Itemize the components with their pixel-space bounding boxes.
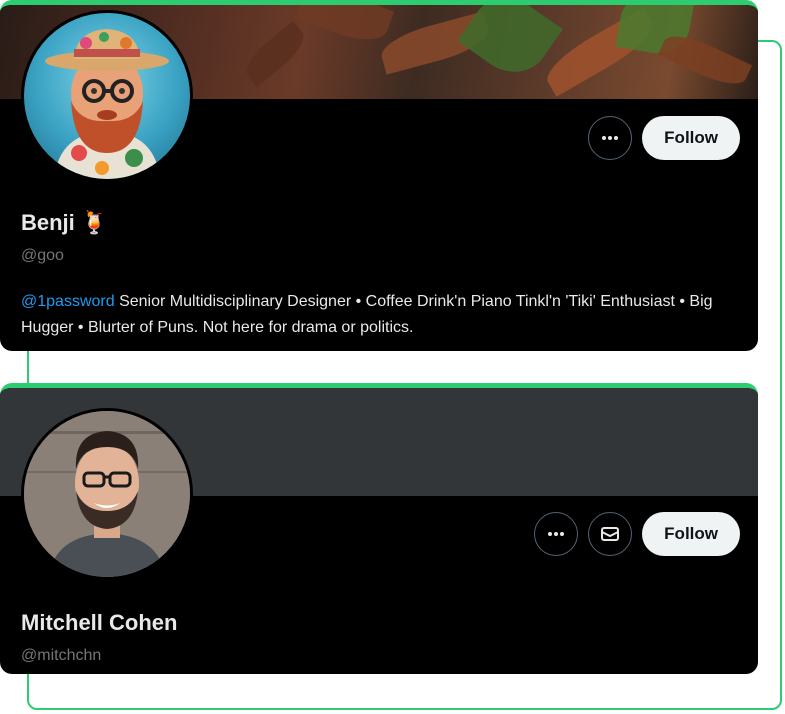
bio-mention-link[interactable]: @1password	[21, 293, 115, 310]
follow-button[interactable]: Follow	[642, 116, 740, 160]
profile-handle: @mitchchn	[21, 647, 102, 664]
profile-card-benji: Follow Benji 🍹 @goo @1password Senior Mu…	[0, 0, 758, 351]
profile-bio: @1password Senior Multidisciplinary Desi…	[21, 289, 741, 341]
follow-button[interactable]: Follow	[642, 512, 740, 556]
profile-card-mitchell: Follow Mitchell Cohen @mitchchn	[0, 383, 758, 674]
message-button[interactable]	[588, 512, 633, 556]
profile-actions: Follow	[534, 512, 740, 556]
avatar[interactable]	[21, 10, 193, 182]
profile-handle: @goo	[21, 247, 64, 264]
avatar-illustration	[45, 29, 169, 179]
more-options-button[interactable]	[588, 116, 633, 160]
profile-actions: Follow	[588, 116, 740, 160]
avatar[interactable]	[21, 408, 193, 580]
more-horizontal-icon	[602, 136, 619, 140]
profile-name: Mitchell Cohen	[21, 610, 178, 635]
cocktail-emoji: 🍹	[80, 210, 109, 235]
avatar-photo	[24, 411, 190, 577]
envelope-icon	[601, 527, 620, 541]
profile-name-text: Benji	[21, 210, 75, 235]
profile-name: Benji 🍹	[21, 210, 108, 236]
more-horizontal-icon	[548, 532, 565, 536]
more-options-button[interactable]	[534, 512, 579, 556]
bio-text: Senior Multidisciplinary Designer • Coff…	[21, 293, 713, 336]
